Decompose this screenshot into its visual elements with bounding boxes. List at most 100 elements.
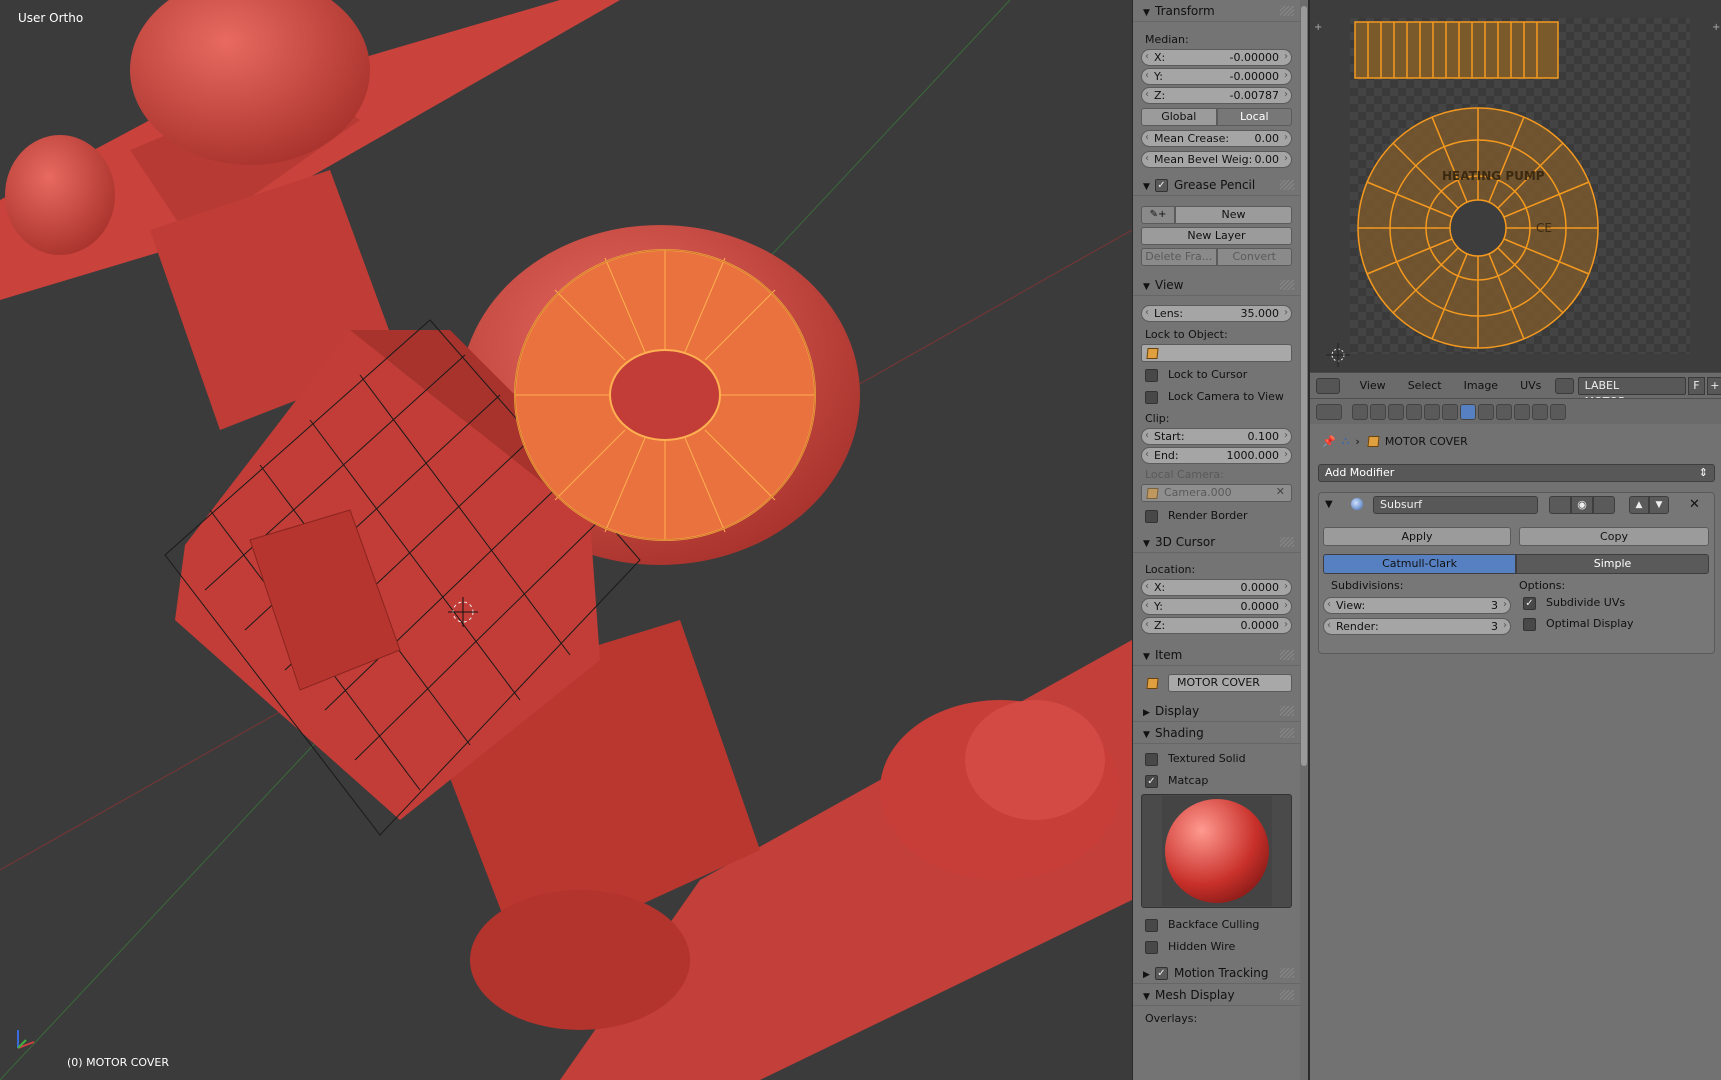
- local-button[interactable]: Local: [1216, 108, 1292, 126]
- local-camera-field[interactable]: Camera.000 ✕: [1141, 484, 1292, 502]
- render-tab-icon[interactable]: [1352, 404, 1368, 420]
- item-name-field[interactable]: MOTOR COVER: [1168, 674, 1292, 692]
- cursor-y-field[interactable]: Y: 0.0000: [1141, 598, 1292, 615]
- item-header[interactable]: ▼ Item: [1133, 644, 1300, 666]
- apply-button[interactable]: Apply: [1323, 527, 1511, 546]
- mean-crease-field[interactable]: Mean Crease: 0.00: [1141, 130, 1292, 147]
- lock-camera-checkbox[interactable]: Lock Camera to View: [1133, 386, 1300, 408]
- render-toggle-icon[interactable]: [1549, 496, 1571, 514]
- simple-button[interactable]: Simple: [1516, 554, 1709, 574]
- mesh-display-header[interactable]: ▼ Mesh Display: [1133, 984, 1300, 1006]
- context-breadcrumb: 📌 ⛬ › MOTOR COVER: [1322, 434, 1468, 448]
- constraints-tab-icon[interactable]: [1442, 404, 1458, 420]
- editor-type-icon[interactable]: [1316, 377, 1340, 394]
- checkbox-box: [1145, 918, 1158, 932]
- lock-cursor-checkbox[interactable]: Lock to Cursor: [1133, 364, 1300, 386]
- drag-grip-icon[interactable]: [1280, 650, 1294, 660]
- uv-image-menu[interactable]: Image: [1464, 379, 1498, 392]
- 3d-viewport[interactable]: User Ortho (0) MOTOR COVER: [0, 0, 1132, 1080]
- cursor-x-field[interactable]: X: 0.0000: [1141, 579, 1292, 596]
- clear-x-icon[interactable]: ✕: [1276, 485, 1285, 498]
- uv-view-menu[interactable]: View: [1360, 379, 1386, 392]
- fake-user-button[interactable]: F: [1688, 376, 1705, 395]
- backface-culling-checkbox[interactable]: Backface Culling: [1133, 914, 1300, 936]
- checkbox-label: Lock Camera to View: [1168, 390, 1284, 403]
- grease-pencil-header[interactable]: ▼ ✓ Grease Pencil: [1133, 174, 1300, 196]
- textured-solid-checkbox[interactable]: Textured Solid: [1133, 748, 1300, 770]
- lens-field[interactable]: Lens: 35.000: [1141, 305, 1292, 322]
- drag-grip-icon[interactable]: [1280, 990, 1294, 1000]
- global-button[interactable]: Global: [1141, 108, 1217, 126]
- hidden-wire-checkbox[interactable]: Hidden Wire: [1133, 936, 1300, 958]
- motion-enable-checkbox[interactable]: ✓: [1155, 967, 1168, 980]
- image-browse-icon[interactable]: [1555, 377, 1574, 394]
- pin-icon[interactable]: 📌: [1322, 435, 1336, 448]
- field-key: Y:: [1154, 70, 1163, 83]
- 3d-cursor-header[interactable]: ▼ 3D Cursor: [1133, 531, 1300, 553]
- viewport-eye-icon[interactable]: ◉: [1571, 496, 1593, 514]
- data-tab-icon[interactable]: [1478, 404, 1494, 420]
- material-tab-icon[interactable]: [1496, 404, 1512, 420]
- shelf-scrollbar[interactable]: [1300, 0, 1308, 1080]
- drag-grip-icon[interactable]: [1280, 537, 1294, 547]
- editor-type-icon[interactable]: [1316, 404, 1342, 420]
- object-tab-icon[interactable]: [1424, 404, 1440, 420]
- drag-grip-icon[interactable]: [1280, 280, 1294, 290]
- drag-grip-icon[interactable]: [1280, 968, 1294, 978]
- render-layers-tab-icon[interactable]: [1370, 404, 1386, 420]
- lock-object-field[interactable]: [1141, 344, 1292, 362]
- clip-start-field[interactable]: Start: 0.100: [1141, 428, 1292, 445]
- render-levels-field[interactable]: Render: 3: [1323, 618, 1511, 635]
- world-tab-icon[interactable]: [1406, 404, 1422, 420]
- physics-tab-icon[interactable]: [1550, 404, 1566, 420]
- particles-tab-icon[interactable]: [1532, 404, 1548, 420]
- scrollbar-thumb[interactable]: [1301, 6, 1307, 766]
- drag-grip-icon[interactable]: [1280, 180, 1294, 190]
- drag-grip-icon[interactable]: [1280, 706, 1294, 716]
- catmull-clark-button[interactable]: Catmull-Clark: [1323, 554, 1516, 574]
- view-levels-field[interactable]: View: 3: [1323, 597, 1511, 614]
- delete-frame-button[interactable]: Delete Fra...: [1141, 248, 1217, 266]
- shading-header[interactable]: ▼ Shading: [1133, 722, 1300, 744]
- add-modifier-dropdown[interactable]: Add Modifier ⇕: [1318, 464, 1715, 482]
- cursor-z-field[interactable]: Z: 0.0000: [1141, 617, 1292, 634]
- grease-enable-checkbox[interactable]: ✓: [1155, 179, 1168, 192]
- move-down-icon[interactable]: ▼: [1649, 496, 1669, 514]
- modifiers-tab-icon[interactable]: [1460, 404, 1476, 420]
- display-header[interactable]: ▶ Display: [1133, 700, 1300, 722]
- render-border-checkbox[interactable]: Render Border: [1133, 505, 1300, 527]
- drag-grip-icon[interactable]: [1280, 728, 1294, 738]
- uv-image-editor[interactable]: HEATING PUMP CE + +: [1310, 0, 1721, 372]
- median-x-field[interactable]: X: -0.00000: [1141, 49, 1292, 66]
- convert-button[interactable]: Convert: [1216, 248, 1292, 266]
- collapse-triangle-icon[interactable]: ▼: [1325, 499, 1333, 510]
- view-header[interactable]: ▼ View: [1133, 274, 1300, 296]
- subdivide-uvs-checkbox[interactable]: ✓ Subdivide UVs: [1511, 593, 1625, 613]
- optimal-display-checkbox[interactable]: Optimal Display: [1511, 614, 1634, 634]
- drag-grip-icon[interactable]: [1280, 6, 1294, 16]
- clip-end-field[interactable]: End: 1000.000: [1141, 447, 1292, 464]
- motion-tracking-header[interactable]: ▶ ✓ Motion Tracking: [1133, 962, 1300, 984]
- transform-header[interactable]: ▼ Transform: [1133, 0, 1300, 22]
- grease-new-button[interactable]: New: [1175, 206, 1292, 224]
- editmode-toggle-icon[interactable]: [1593, 496, 1615, 514]
- matcap-preview[interactable]: [1141, 794, 1292, 908]
- new-layer-button[interactable]: New Layer: [1141, 227, 1292, 245]
- remove-modifier-icon[interactable]: ✕: [1689, 497, 1700, 512]
- copy-button[interactable]: Copy: [1519, 527, 1709, 546]
- lock-object-label: Lock to Object:: [1145, 328, 1228, 341]
- modifier-name-field[interactable]: Subsurf: [1373, 496, 1538, 514]
- matcap-checkbox[interactable]: ✓ Matcap: [1133, 770, 1300, 792]
- uv-uvs-menu[interactable]: UVs: [1520, 379, 1541, 392]
- uv-select-menu[interactable]: Select: [1408, 379, 1442, 392]
- texture-tab-icon[interactable]: [1514, 404, 1530, 420]
- median-z-field[interactable]: Z: -0.00787: [1141, 87, 1292, 104]
- image-name-field[interactable]: LABEL MOTOR.png: [1577, 376, 1687, 408]
- median-y-field[interactable]: Y: -0.00000: [1141, 68, 1292, 85]
- checkbox-box: [1145, 390, 1158, 404]
- new-image-icon[interactable]: +: [1706, 376, 1721, 395]
- scene-tab-icon[interactable]: [1388, 404, 1404, 420]
- mean-bevel-field[interactable]: Mean Bevel Weig:0.00: [1141, 151, 1292, 168]
- pencil-icon[interactable]: ✎+: [1141, 206, 1175, 224]
- move-up-icon[interactable]: ▲: [1629, 496, 1649, 514]
